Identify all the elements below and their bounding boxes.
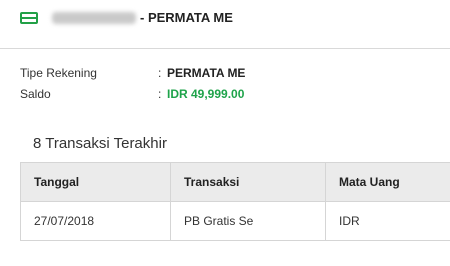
balance-value: IDR 49,999.00 bbox=[167, 87, 245, 101]
account-type-colon: : bbox=[158, 66, 162, 80]
column-header-transaction: Transaksi bbox=[171, 163, 326, 201]
table-header: Tanggal Transaksi Mata Uang bbox=[21, 162, 450, 201]
cell-currency: IDR bbox=[326, 202, 450, 240]
cell-transaction: PB Gratis Se bbox=[171, 202, 326, 240]
account-type-value: PERMATA ME bbox=[167, 66, 246, 80]
transactions-table: Tanggal Transaksi Mata Uang 27/07/2018 P… bbox=[20, 162, 450, 241]
table-row[interactable]: 27/07/2018 PB Gratis Se IDR bbox=[21, 201, 450, 240]
balance-label: Saldo bbox=[20, 87, 51, 101]
balance-colon: : bbox=[158, 87, 162, 101]
column-header-currency: Mata Uang bbox=[326, 163, 450, 201]
account-header: - PERMATA ME bbox=[0, 0, 450, 49]
account-number-redacted bbox=[52, 12, 136, 24]
account-type-label: Tipe Rekening bbox=[20, 66, 97, 80]
transactions-title: 8 Transaksi Terakhir bbox=[33, 135, 167, 152]
credit-card-icon bbox=[20, 12, 38, 24]
account-title: - PERMATA ME bbox=[140, 10, 233, 25]
column-header-date: Tanggal bbox=[21, 163, 171, 201]
cell-date: 27/07/2018 bbox=[21, 202, 171, 240]
